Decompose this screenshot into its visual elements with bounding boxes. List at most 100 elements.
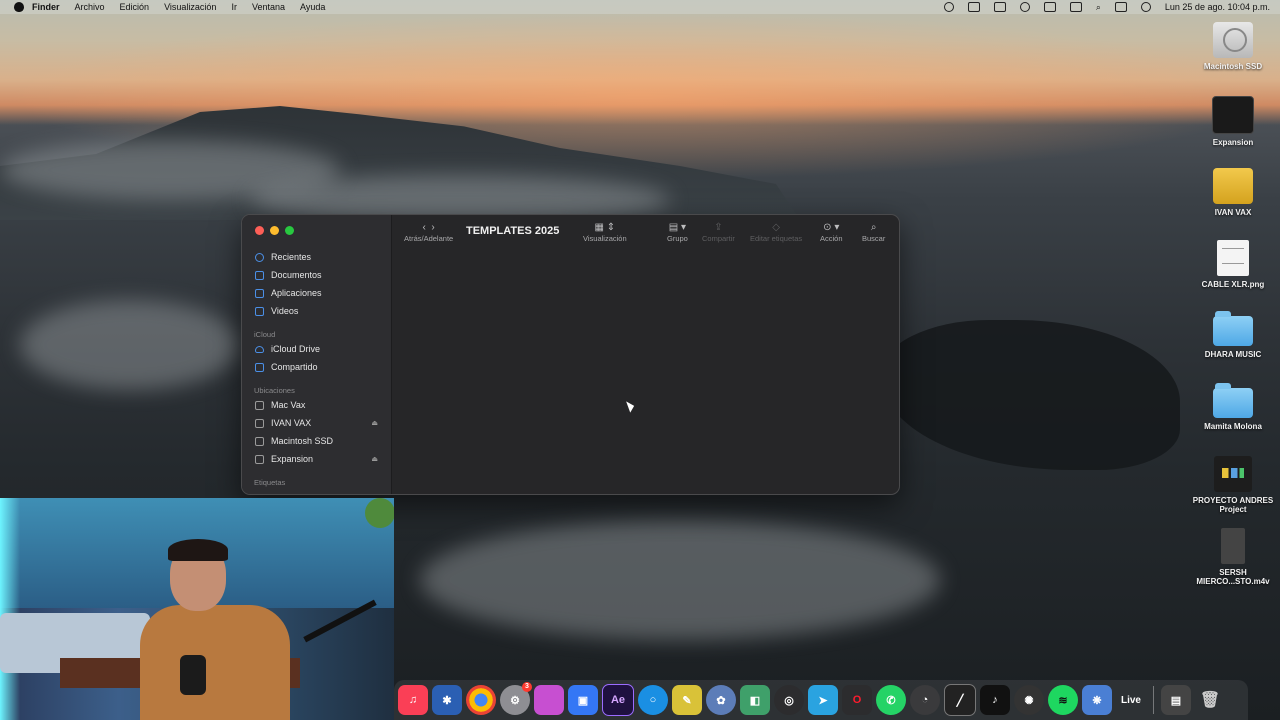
control-center-icon[interactable] [1114, 2, 1127, 12]
sidebar-section-etiquetas: Etiquetas [254, 478, 286, 487]
sidebar-item-compartido[interactable]: Compartido [242, 358, 391, 376]
menu-ventana[interactable]: Ventana [252, 2, 285, 12]
dock-tiktok-icon[interactable]: ♪ [980, 685, 1010, 715]
dock-music-icon[interactable]: ♫ [398, 685, 428, 715]
dock-app-icon[interactable]: ▣ [568, 685, 598, 715]
menu-ir[interactable]: Ir [231, 2, 237, 12]
dock-whatsapp-icon[interactable]: ✆ [876, 685, 906, 715]
sidebar-item-icloud-drive[interactable]: iCloud Drive [242, 340, 391, 358]
cloud-icon [255, 345, 264, 353]
person-hair [168, 539, 228, 561]
sidebar-item-label: iCloud Drive [271, 344, 321, 354]
status-record-icon[interactable] [943, 2, 954, 12]
desktop-icon-label: DHARA MUSIC [1204, 350, 1262, 359]
desktop-icon-ivan-vax[interactable]: IVAN VAX [1188, 168, 1278, 217]
laptop-icon [255, 400, 264, 410]
search-icon[interactable]: ⌕ [1096, 2, 1101, 13]
back-forward-button[interactable]: ‹ › Atrás/Adelante [404, 221, 453, 243]
status-cloud-icon[interactable] [993, 2, 1006, 12]
shared-folder-icon [255, 362, 264, 372]
search-label: Buscar [862, 234, 886, 243]
sidebar-item-aplicaciones[interactable]: Aplicaciones [242, 284, 391, 302]
search-button[interactable]: ⌕ Buscar [862, 221, 885, 243]
desktop-icon-cable-xlr[interactable]: CABLE XLR.png [1188, 240, 1278, 289]
dock-opera-icon[interactable]: O [842, 685, 872, 715]
dock-app-icon[interactable]: ❋ [1082, 685, 1112, 715]
apple-icon[interactable] [14, 2, 24, 12]
sidebar-item-label: Expansion [271, 454, 314, 464]
wifi-off-icon[interactable] [1069, 2, 1082, 12]
status-app-icon[interactable] [967, 2, 980, 12]
dock-app-icon[interactable]: ✿ [706, 685, 736, 715]
dock-settings-icon[interactable]: ⚙ 3 [500, 682, 532, 715]
microphone-icon [180, 655, 206, 695]
battery-icon[interactable] [1043, 2, 1056, 12]
dock-app-icon[interactable]: ○ [638, 685, 668, 715]
dock-app-icon[interactable]: ◔ [910, 685, 940, 715]
dock: ♫ ✱ ⚙ 3 ▣ Ae ○ ✎ ✿ ◧ ◎ ➤ O ✆ ◔ ╱ ♪ ✺ ≋ ❋ … [394, 680, 1248, 720]
eject-icon[interactable]: ⏏ [371, 419, 378, 427]
eject-icon[interactable]: ⏏ [371, 455, 378, 463]
menu-edicion[interactable]: Edición [120, 2, 150, 12]
share-label: Compartir [702, 234, 735, 243]
minimize-button[interactable] [270, 226, 279, 235]
apps-icon [255, 288, 264, 298]
desktop-icon-sersh-video[interactable]: SERSH MIERCO...STO.m4v [1188, 528, 1278, 586]
dock-app-icon[interactable]: ╱ [944, 684, 976, 716]
dock-obs-icon[interactable]: ◎ [774, 685, 804, 715]
status-play-icon[interactable] [1019, 2, 1030, 12]
desktop-icon-label: CABLE XLR.png [1201, 280, 1265, 289]
finder-content-area[interactable] [392, 255, 899, 494]
action-label: Acción [820, 234, 843, 243]
share-icon: ⇪ [714, 222, 723, 233]
group-button[interactable]: ▤ ▾ Grupo [667, 221, 688, 243]
sidebar-item-expansion[interactable]: Expansion ⏏ [242, 450, 391, 468]
sidebar-section-icloud: iCloud [254, 330, 276, 339]
sidebar-item-label: Documentos [271, 270, 322, 280]
desktop-icon-dhara-music[interactable]: DHARA MUSIC [1188, 310, 1278, 359]
menu-bar-clock[interactable]: Lun 25 de ago. 10:04 p.m. [1165, 2, 1270, 12]
dock-chrome-icon[interactable] [466, 685, 496, 715]
finder-toolbar: ‹ › Atrás/Adelante TEMPLATES 2025 ▦ ⇕ Vi… [392, 215, 899, 255]
desktop-icon-label: IVAN VAX [1214, 208, 1252, 217]
close-button[interactable] [255, 226, 264, 235]
menu-app-finder[interactable]: Finder [32, 2, 60, 12]
dock-telegram-icon[interactable]: ➤ [808, 685, 838, 715]
menu-visualizacion[interactable]: Visualización [164, 2, 216, 12]
sidebar-item-macintosh-ssd[interactable]: Macintosh SSD [242, 432, 391, 450]
person-body [140, 605, 290, 720]
desktop-icon-mamita-molona[interactable]: Mamita Molona [1188, 382, 1278, 431]
desktop-icon-proyecto-andres[interactable]: PROYECTO ANDRES Project [1188, 456, 1278, 514]
menu-archivo[interactable]: Archivo [75, 2, 105, 12]
desktop-icon-label: SERSH MIERCO...STO.m4v [1196, 568, 1270, 586]
sidebar-section-ubicaciones: Ubicaciones [254, 386, 295, 395]
zoom-button[interactable] [285, 226, 294, 235]
dock-downloads-icon[interactable]: ▤ [1161, 685, 1191, 715]
dock-spotify-icon[interactable]: ≋ [1048, 685, 1078, 715]
dock-ableton-live-icon[interactable]: Live [1116, 685, 1146, 715]
menu-ayuda[interactable]: Ayuda [300, 2, 325, 12]
sidebar-item-documentos[interactable]: Documentos [242, 266, 391, 284]
desktop-icon-expansion[interactable]: Expansion [1188, 96, 1278, 147]
desktop-icon-macintosh-ssd[interactable]: Macintosh SSD [1188, 22, 1278, 71]
folder-icon [1213, 311, 1253, 346]
drive-icon [255, 418, 264, 428]
dock-app-icon[interactable] [534, 685, 564, 715]
dock-app-icon[interactable]: ◧ [740, 685, 770, 715]
dock-after-effects-icon[interactable]: Ae [602, 684, 634, 716]
sidebar-item-ivan-vax[interactable]: IVAN VAX ⏏ [242, 414, 391, 432]
edit-tags-button[interactable]: ◇ Editar etiquetas [750, 221, 802, 243]
sidebar-item-mac-vax[interactable]: Mac Vax [242, 396, 391, 414]
dock-trash-icon[interactable]: 🗑 [1195, 685, 1225, 715]
dock-audio-app-icon[interactable]: ✱ [432, 685, 462, 715]
usb-drive-icon [1213, 168, 1253, 204]
dock-app-icon[interactable]: ✺ [1014, 685, 1044, 715]
sidebar-item-recientes[interactable]: Recientes [242, 248, 391, 266]
share-button[interactable]: ⇪ Compartir [702, 221, 735, 243]
dock-app-icon[interactable]: ✎ [672, 685, 702, 715]
action-button[interactable]: ⊙ ▾ Acción [820, 221, 843, 243]
siri-icon[interactable] [1140, 2, 1151, 12]
view-button[interactable]: ▦ ⇕ Visualización [583, 221, 627, 243]
sidebar-item-label: Recientes [271, 252, 312, 262]
sidebar-item-videos[interactable]: Videos [242, 302, 391, 320]
